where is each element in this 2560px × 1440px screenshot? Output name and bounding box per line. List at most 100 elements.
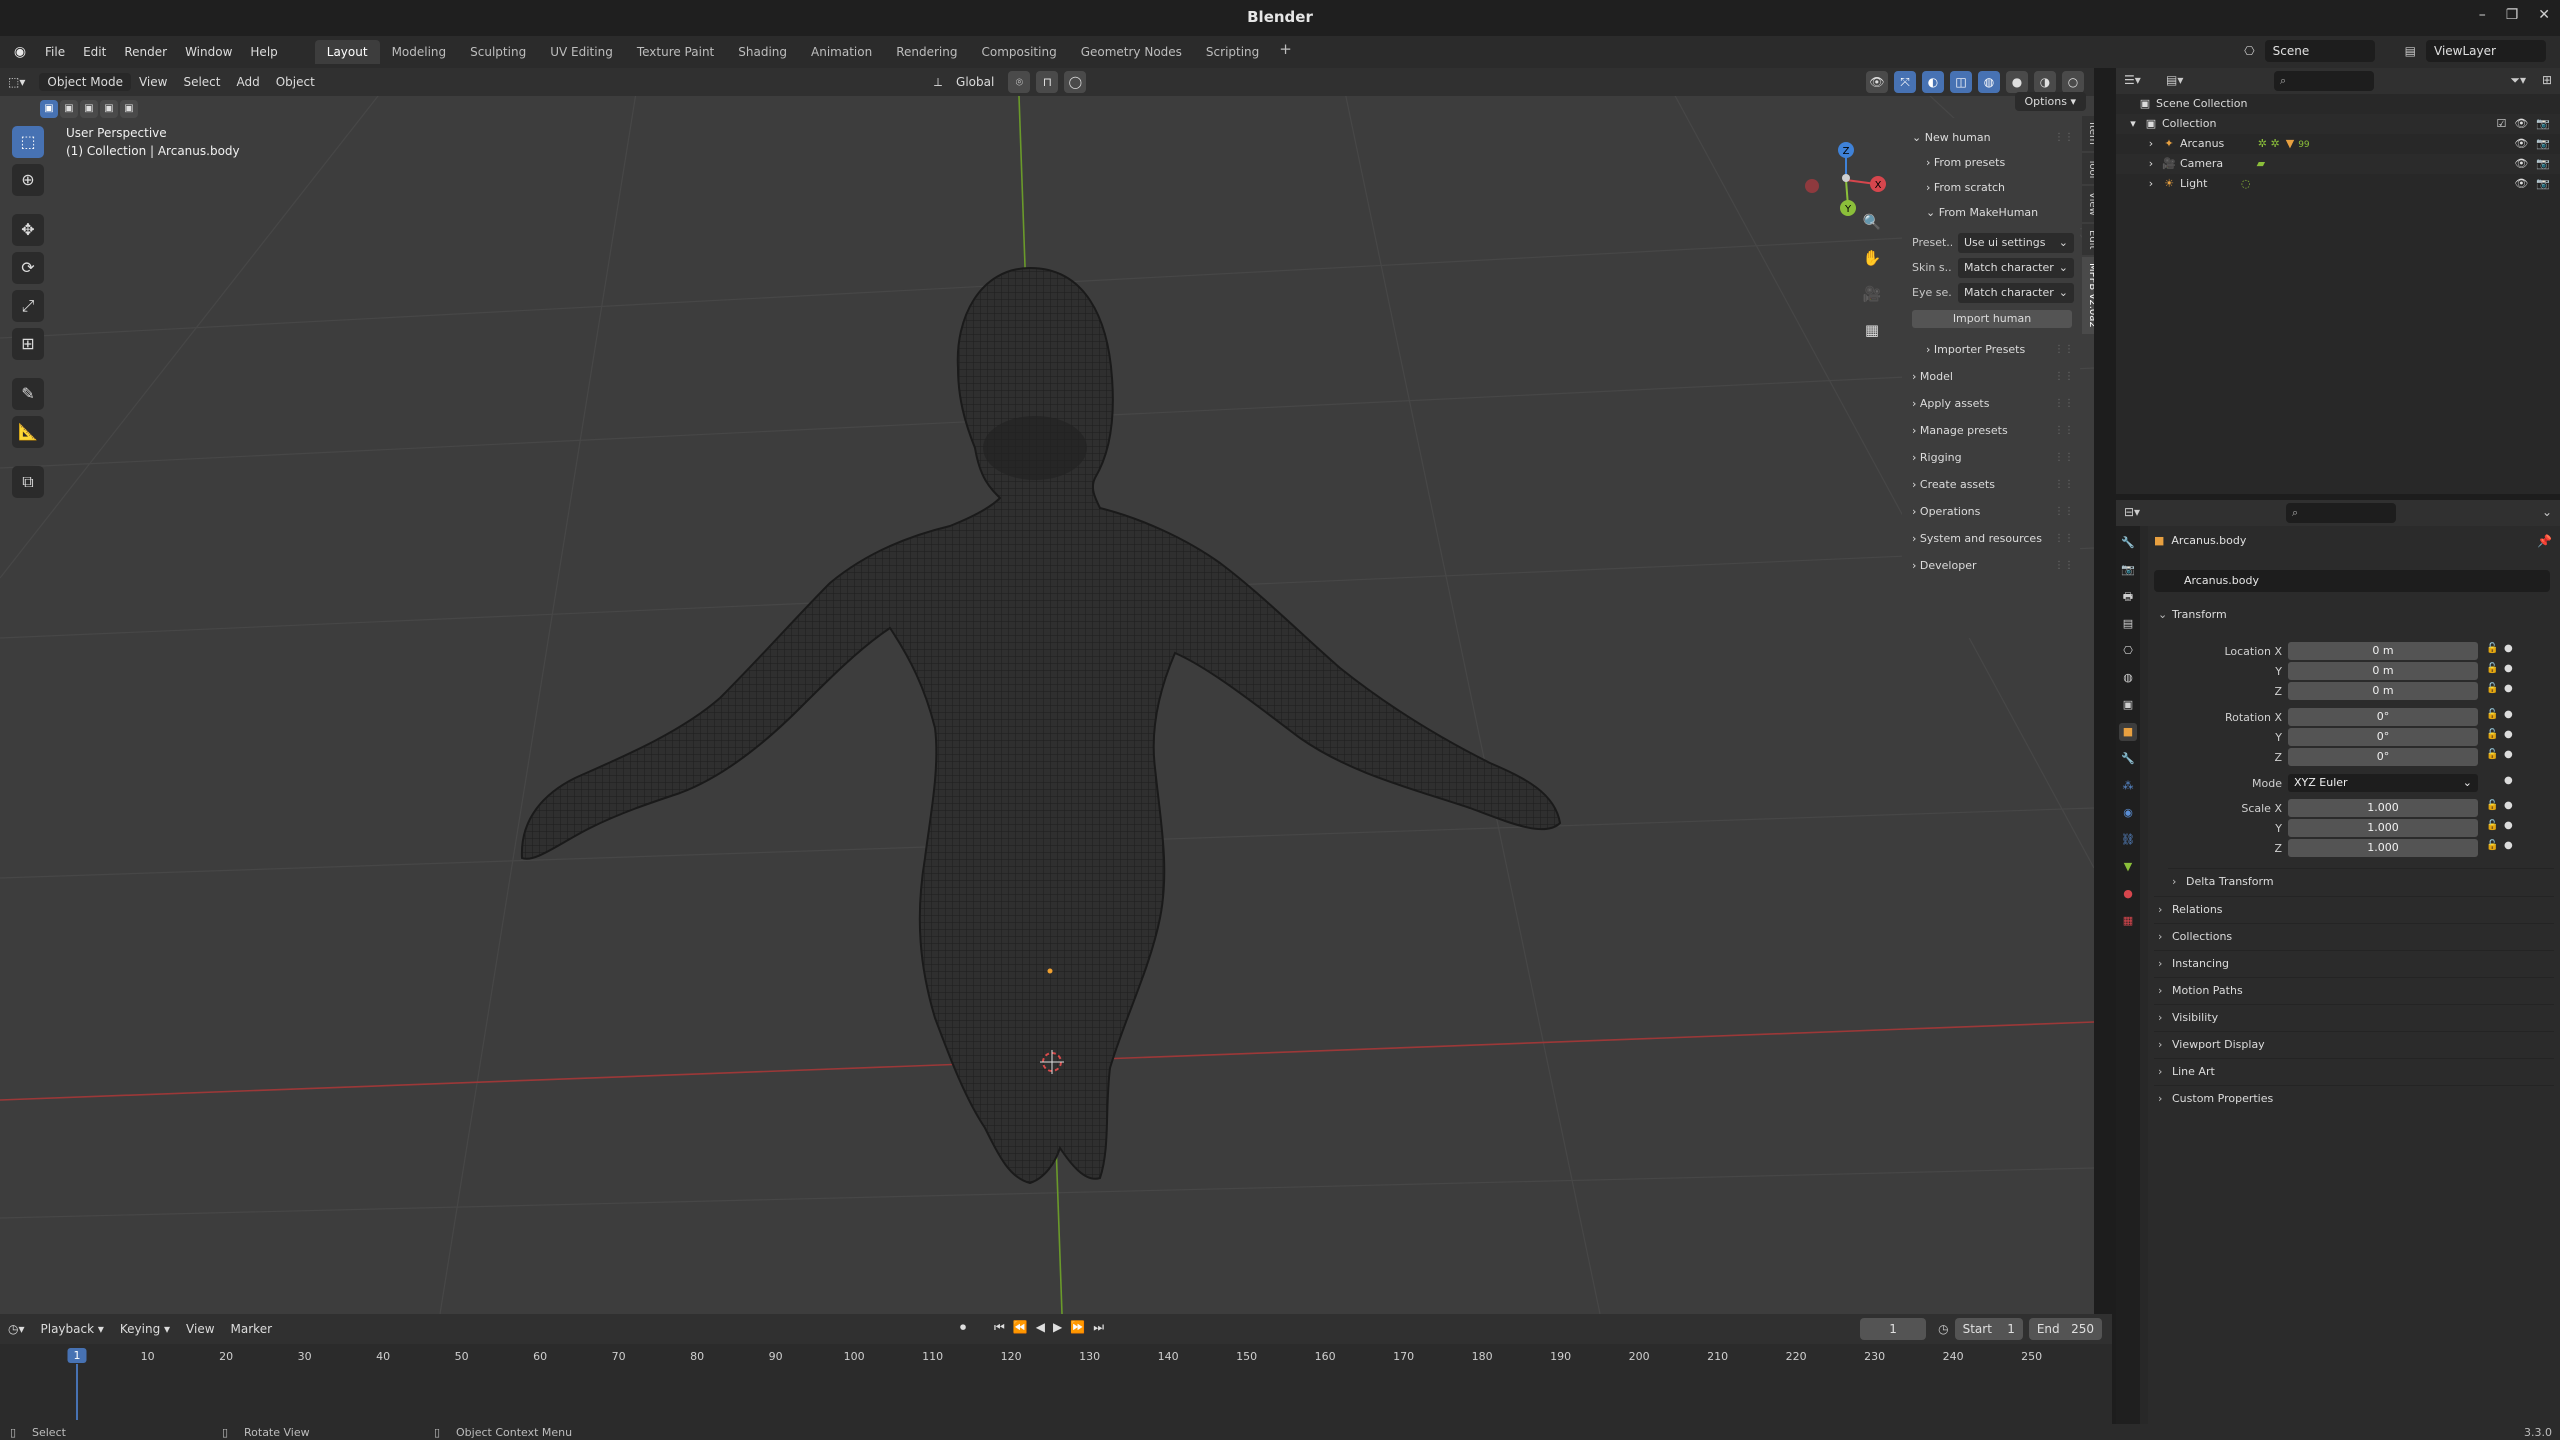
new-collection-icon[interactable]: ⊞ xyxy=(2542,73,2552,87)
tab-modeling[interactable]: Modeling xyxy=(380,40,459,64)
skin-dropdown[interactable]: Match character na... ⌄ xyxy=(1958,258,2074,294)
camera-render-icon[interactable]: 📷 xyxy=(2536,174,2550,194)
add-cube-tool-icon[interactable]: ⧉ xyxy=(12,466,44,498)
select-new-icon[interactable]: ▣ xyxy=(40,100,58,118)
eye-icon[interactable]: 👁 xyxy=(2514,134,2528,154)
from-presets-section[interactable]: › From presets xyxy=(1902,153,2080,173)
play-icon[interactable]: ▶ xyxy=(1053,1320,1062,1335)
move-tool-icon[interactable]: ✥ xyxy=(12,214,44,246)
tool-tab-icon[interactable]: 🔧 xyxy=(2119,534,2137,552)
eye-icon[interactable]: 👁 xyxy=(2514,174,2528,194)
outliner-row-scene-collection[interactable]: ▣ Scene Collection xyxy=(2116,94,2560,114)
clock-icon[interactable]: ◷ xyxy=(1938,1322,1948,1336)
view-layer-tab-icon[interactable]: ▤ xyxy=(2119,615,2137,633)
material-shading-icon[interactable]: ◑ xyxy=(2034,71,2056,93)
tab-texture-paint[interactable]: Texture Paint xyxy=(625,40,726,64)
lock-icon[interactable]: 🔓 xyxy=(2486,643,2498,654)
motion-paths-section[interactable]: › Motion Paths xyxy=(2154,977,2554,1003)
tab-sculpting[interactable]: Sculpting xyxy=(458,40,538,64)
lock-icon[interactable]: 🔓 xyxy=(2486,683,2498,694)
select-extend-icon[interactable]: ▣ xyxy=(60,100,78,118)
timeline-editor-icon[interactable]: ◷▾ xyxy=(0,1322,33,1336)
jump-end-icon[interactable]: ⏭ xyxy=(1093,1320,1104,1335)
sidebar-section-apply-assets[interactable]: › Apply assets ⋮⋮ xyxy=(1902,394,2080,414)
render-tab-icon[interactable]: 📷 xyxy=(2119,561,2137,579)
display-mode-icon[interactable]: ▤▾ xyxy=(2166,73,2183,87)
keyframe-dot-icon[interactable]: ● xyxy=(2504,729,2513,740)
menu-playback[interactable]: Playback ▾ xyxy=(33,1322,112,1336)
tab-rendering[interactable]: Rendering xyxy=(884,40,969,64)
properties-editor-icon[interactable]: ⊟▾ xyxy=(2124,505,2140,519)
outliner-editor-icon[interactable]: ☰▾ xyxy=(2124,73,2141,87)
eye-icon[interactable]: 👁 xyxy=(2514,154,2528,174)
rendered-shading-icon[interactable]: ○ xyxy=(2062,71,2084,93)
xray-toggle-icon[interactable]: ◫ xyxy=(1950,71,1972,93)
jump-start-icon[interactable]: ⏮ xyxy=(994,1320,1005,1335)
texture-tab-icon[interactable]: ▦ xyxy=(2119,912,2137,930)
next-keyframe-icon[interactable]: ⏩ xyxy=(1070,1320,1085,1335)
options-dropdown[interactable]: Options ▾ xyxy=(2014,92,2086,111)
keyframe-dot-icon[interactable]: ● xyxy=(2504,820,2513,831)
physics-tab-icon[interactable]: ◉ xyxy=(2119,804,2137,822)
keyframe-dot-icon[interactable]: ● xyxy=(2504,800,2513,811)
snap-icon[interactable]: ⊓ xyxy=(1036,71,1059,93)
sidebar-section-rigging[interactable]: › Rigging ⋮⋮ xyxy=(1902,448,2080,468)
view-layer-icon[interactable]: ▤ xyxy=(2405,44,2416,58)
scale-y-field[interactable]: 1.000 xyxy=(2288,819,2478,837)
outliner-row-collection[interactable]: ▾ ▣ Collection ☑ 👁 📷 xyxy=(2116,114,2560,134)
end-frame-field[interactable]: End 250 xyxy=(2028,1318,2102,1340)
3d-viewport[interactable]: ⬚▾ Object Mode View Select Add Object ⟂ … xyxy=(0,68,2094,1314)
camera-render-icon[interactable]: 📷 xyxy=(2536,114,2550,134)
blender-logo-icon[interactable]: ◉ xyxy=(10,42,30,62)
mode-selector[interactable]: Object Mode xyxy=(39,73,131,91)
expand-arrow-icon[interactable]: › xyxy=(2144,154,2158,174)
collection-tab-icon[interactable]: ▣ xyxy=(2119,696,2137,714)
eye-dropdown[interactable]: Match character na... ⌄ xyxy=(1958,283,2074,319)
keyframe-dot-icon[interactable]: ● xyxy=(2504,663,2513,674)
lock-icon[interactable]: 🔓 xyxy=(2486,709,2498,720)
menu-select[interactable]: Select xyxy=(175,75,228,89)
sidebar-section-create-assets[interactable]: › Create assets ⋮⋮ xyxy=(1902,475,2080,495)
tab-scripting[interactable]: Scripting xyxy=(1194,40,1271,64)
delta-transform-section[interactable]: › Delta Transform xyxy=(2168,868,2554,894)
gizmo-toggle-icon[interactable]: ⤧ xyxy=(1894,71,1916,93)
menu-file[interactable]: File xyxy=(36,36,74,68)
relations-section[interactable]: › Relations xyxy=(2154,896,2554,922)
scene-selector[interactable]: Scene xyxy=(2264,40,2375,62)
rotation-y-field[interactable]: 0° xyxy=(2288,728,2478,746)
constraints-tab-icon[interactable]: ⛓ xyxy=(2119,831,2137,849)
solid-shading-icon[interactable]: ● xyxy=(2006,71,2028,93)
mesh-data-tab-icon[interactable]: ▼ xyxy=(2119,858,2137,876)
sidebar-section-manage-presets[interactable]: › Manage presets ⋮⋮ xyxy=(1902,421,2080,441)
tab-geometry-nodes[interactable]: Geometry Nodes xyxy=(1069,40,1194,64)
scene-icon[interactable]: ⎔ xyxy=(2244,44,2254,58)
pin-icon[interactable]: 📌 xyxy=(2537,534,2552,548)
tab-edit[interactable]: Edit xyxy=(2082,223,2094,256)
keyframe-dot-icon[interactable]: ● xyxy=(2504,840,2513,851)
play-reverse-icon[interactable]: ◀ xyxy=(1036,1320,1045,1335)
cursor-tool-icon[interactable]: ⊕ xyxy=(12,164,44,196)
location-y-field[interactable]: 0 m xyxy=(2288,662,2478,680)
from-makehuman-section[interactable]: ⌄ From MakeHuman xyxy=(1902,203,2080,223)
wireframe-shading-icon[interactable]: ◍ xyxy=(1978,71,2000,93)
menu-object[interactable]: Object xyxy=(268,75,323,89)
scene-tab-icon[interactable]: ⎔ xyxy=(2119,642,2137,660)
outliner-row-arcanus[interactable]: › ✦ Arcanus ✲ ✲ ▼ 99 👁 📷 xyxy=(2116,134,2560,154)
measure-tool-icon[interactable]: 📐 xyxy=(12,416,44,448)
line-art-section[interactable]: › Line Art xyxy=(2154,1058,2554,1084)
menu-add[interactable]: Add xyxy=(228,75,267,89)
location-z-field[interactable]: 0 m xyxy=(2288,682,2478,700)
scale-x-field[interactable]: 1.000 xyxy=(2288,799,2478,817)
current-frame-marker[interactable]: 1 xyxy=(67,1348,87,1363)
modifier-tab-icon[interactable]: 🔧 xyxy=(2119,750,2137,768)
overlay-toggle-icon[interactable]: ◐ xyxy=(1922,71,1944,93)
visibility-section[interactable]: › Visibility xyxy=(2154,1004,2554,1030)
add-workspace-button[interactable]: + xyxy=(1271,40,1300,64)
particles-tab-icon[interactable]: ⁂ xyxy=(2119,777,2137,795)
transform-orientation-dropdown[interactable]: Global xyxy=(948,75,1002,89)
outliner-row-light[interactable]: › ☀ Light ◌ 👁 📷 xyxy=(2116,174,2560,194)
transform-section-header[interactable]: ⌄ Transform xyxy=(2154,602,2554,628)
lock-icon[interactable]: 🔓 xyxy=(2486,749,2498,760)
menu-view[interactable]: View xyxy=(131,75,175,89)
properties-search-input[interactable]: ⌕ xyxy=(2286,503,2396,523)
